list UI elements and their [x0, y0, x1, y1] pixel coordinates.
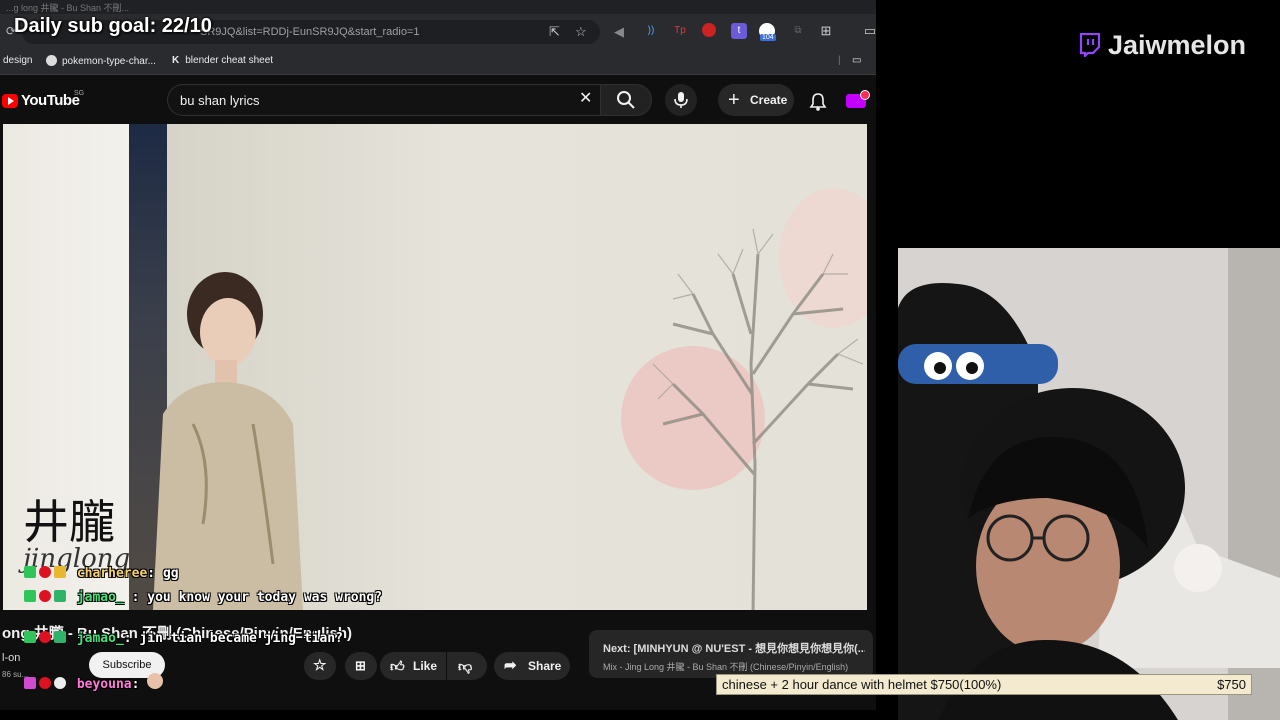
- extension-icon[interactable]: Tp: [672, 23, 688, 39]
- streamer-name: Jaiwmelon: [1108, 30, 1247, 60]
- chat-message: jamao_ : you know your today was wrong?: [24, 590, 437, 605]
- chat-message: jamao_: jin tian became jing tian?: [24, 631, 429, 646]
- dislike-button[interactable]: 👎︎: [447, 652, 487, 680]
- subscriber-badge-icon: [39, 677, 51, 689]
- chat-username: jamao_: [76, 590, 124, 605]
- twitch-extension-icon[interactable]: t: [731, 23, 747, 39]
- moderator-badge-icon: [24, 631, 36, 643]
- plus-icon: +: [728, 89, 740, 111]
- region-code: SG: [74, 90, 85, 97]
- bookmark-pokemon[interactable]: pokemon-type-char...: [46, 55, 156, 67]
- tree-illustration: [652, 228, 864, 610]
- chat-username: beyouna: [76, 677, 132, 692]
- up-next-title: Next: [MINHYUN @ NU'EST - 想見你想見你想見你(...: [603, 643, 865, 655]
- chat-message: beyouna:: [24, 673, 166, 692]
- star-icon: ☆: [313, 657, 327, 674]
- bookmark-blender[interactable]: Kblender cheat sheet: [172, 55, 273, 66]
- like-button[interactable]: 👍︎ Like: [380, 652, 446, 680]
- bookmarks-divider: |: [838, 55, 841, 66]
- subscriber-badge-icon: [39, 590, 51, 602]
- video-info: ong 井朧 - Bu Shan 不刪 (Chinese/Pinyin/Engl…: [0, 610, 876, 710]
- bits-badge-icon: [54, 566, 66, 578]
- record-extension-icon[interactable]: [702, 23, 716, 37]
- notifications-bell-icon[interactable]: [808, 92, 828, 112]
- youtube-header: YouTube SG bu shan lyrics ✕ + Create: [0, 78, 876, 124]
- thumbs-up-icon: 👍︎: [390, 658, 405, 674]
- moderator-badge-icon: [24, 590, 36, 602]
- share-button[interactable]: ➦ Share: [494, 652, 570, 680]
- bookmark-design[interactable]: design: [3, 55, 32, 66]
- bookmark-star-icon[interactable]: ☆: [575, 24, 587, 40]
- chat-message: charheree: gg: [24, 566, 179, 581]
- gift-badge-icon: [54, 590, 66, 602]
- microphone-icon: [674, 92, 688, 108]
- mute-icon[interactable]: ◀: [614, 24, 624, 40]
- search-icon: [617, 91, 635, 109]
- youtube-play-icon: [2, 94, 18, 108]
- save-button[interactable]: ☆: [304, 652, 336, 680]
- share-arrow-icon: ➦: [504, 657, 517, 674]
- youtube-logo-text: YouTube: [21, 92, 80, 109]
- search-button[interactable]: [600, 84, 652, 116]
- webcam-scene: [898, 248, 1280, 720]
- grid-icon: ⊞: [355, 658, 366, 673]
- twitch-logo-icon: [1079, 33, 1100, 57]
- channel-name[interactable]: l-on: [2, 652, 20, 664]
- chat-text: you know your today was wrong?: [147, 590, 383, 605]
- bookmark-label: pokemon-type-char...: [62, 56, 156, 67]
- voice-search-button[interactable]: [665, 84, 697, 116]
- donation-goal-bar: chinese + 2 hour dance with helmet $750(…: [716, 674, 1252, 695]
- account-avatar[interactable]: [846, 90, 870, 108]
- bookmark-label: blender cheat sheet: [185, 55, 274, 66]
- vip-badge-icon: [24, 677, 36, 689]
- video-overlay-chinese-title: 井朧: [23, 495, 115, 549]
- puzzle-icon[interactable]: ⊞: [818, 23, 834, 39]
- up-next-subtitle: Mix - Jing Long 井朧 - Bu Shan 不刪 (Chinese…: [603, 662, 849, 672]
- extension-icon[interactable]: )): [643, 23, 659, 39]
- bookmarks-bar: design pokemon-type-char... Kblender che…: [0, 50, 876, 75]
- extension-icon[interactable]: ⧉: [790, 23, 806, 39]
- clip-button[interactable]: ⊞: [345, 652, 377, 680]
- chat-text: jin tian became jing tian?: [139, 631, 343, 646]
- subscriber-badge-icon: [39, 566, 51, 578]
- panda-badge-icon: [54, 677, 66, 689]
- chat-username: jamao_: [76, 631, 124, 646]
- extension-badge: 104: [760, 34, 776, 41]
- chat-username: charheree: [76, 566, 148, 581]
- search-query: bu shan lyrics: [180, 93, 260, 108]
- folder-icon[interactable]: ▭: [852, 55, 861, 66]
- globe-icon: [46, 55, 57, 66]
- up-next-card[interactable]: Next: [MINHYUN @ NU'EST - 想見你想見你想見你(... …: [589, 630, 873, 678]
- url-text[interactable]: SR9JQ&list=RDDj-EunSR9JQ&start_radio=1: [200, 26, 419, 38]
- subscriber-badge-icon: [39, 631, 51, 643]
- donation-goal-label: chinese + 2 hour dance with helmet $750(…: [722, 677, 1002, 692]
- donation-goal-amount: $750: [1217, 677, 1246, 692]
- clear-search-icon[interactable]: ✕: [579, 90, 592, 108]
- sidebar-icon[interactable]: ▭: [862, 23, 876, 39]
- gift-badge-icon: [54, 631, 66, 643]
- k-logo-icon: K: [172, 55, 180, 66]
- install-app-icon[interactable]: ⇱: [549, 24, 560, 40]
- video-player[interactable]: 井朧 jinglong: [3, 124, 867, 610]
- chat-text: gg: [162, 566, 179, 581]
- search-input[interactable]: bu shan lyrics: [167, 84, 600, 116]
- tab-strip: ...g long 井朧 - Bu Shan 不刪...: [0, 0, 876, 14]
- moderator-badge-icon: [24, 566, 36, 578]
- tab-title[interactable]: ...g long 井朧 - Bu Shan 不刪...: [6, 1, 129, 14]
- daily-sub-goal: Daily sub goal: 22/10: [14, 15, 212, 37]
- like-label: Like: [413, 659, 438, 673]
- thumbs-down-icon: 👎︎: [458, 658, 473, 674]
- create-label: Create: [750, 93, 788, 107]
- emote-icon: [147, 673, 164, 689]
- share-label: Share: [528, 659, 562, 673]
- webcam-feed: [898, 248, 1280, 720]
- artist-figure: [153, 272, 303, 610]
- create-button[interactable]: + Create: [718, 84, 794, 116]
